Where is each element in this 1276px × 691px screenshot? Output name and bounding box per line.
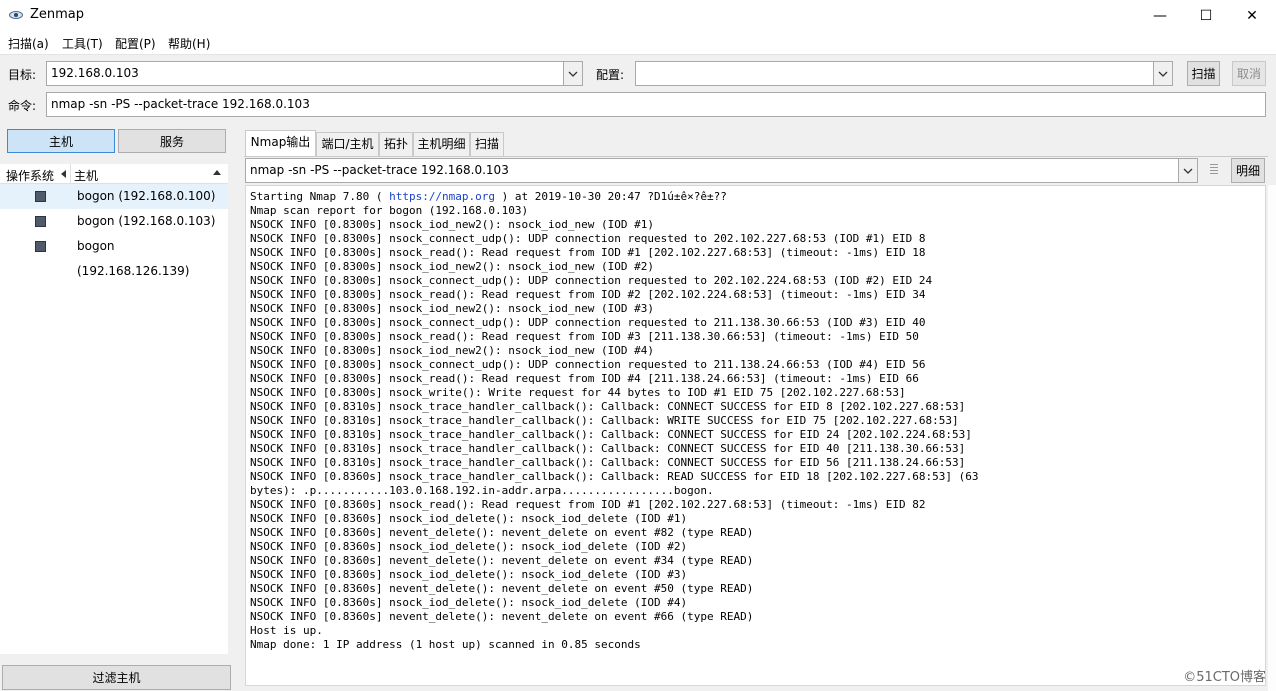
tab-ports-hosts[interactable]: 端口/主机 xyxy=(316,132,379,156)
output-line: NSOCK INFO [0.8300s] nsock_iod_new2(): n… xyxy=(250,344,654,357)
host-row[interactable]: bogon (192.168.0.100) xyxy=(0,184,228,209)
output-line: NSOCK INFO [0.8300s] nsock_iod_new2(): n… xyxy=(250,260,654,273)
caret-left-icon xyxy=(61,170,66,178)
maximize-icon: ☐ xyxy=(1199,7,1213,24)
output-line: NSOCK INFO [0.8360s] nsock_iod_delete():… xyxy=(250,512,688,525)
output-line: NSOCK INFO [0.8360s] nevent_delete(): ne… xyxy=(250,610,754,623)
profile-label: 配置: xyxy=(596,68,625,82)
output-line: Host is up. xyxy=(250,624,323,637)
chevron-down-icon xyxy=(1158,71,1168,77)
sort-up-icon xyxy=(213,170,221,175)
minimize-button[interactable]: — xyxy=(1137,0,1183,31)
details-button[interactable]: 明细 xyxy=(1231,158,1265,183)
maximize-button[interactable]: ☐ xyxy=(1183,0,1229,31)
tab-topology[interactable]: 拓扑 xyxy=(379,132,413,156)
services-toggle-button[interactable]: 服务 xyxy=(118,129,226,153)
chevron-down-icon xyxy=(568,71,578,77)
host-row[interactable]: bogon (192.168.0.103) xyxy=(0,209,228,234)
host-label: bogon (192.168.126.139) xyxy=(77,239,190,278)
command-label: 命令: xyxy=(8,99,37,113)
profile-dropdown-button[interactable] xyxy=(1153,62,1172,85)
output-line: NSOCK INFO [0.8300s] nsock_read(): Read … xyxy=(250,288,926,301)
window-edge xyxy=(1268,185,1276,691)
nmap-output-text[interactable]: Starting Nmap 7.80 ( https://nmap.org ) … xyxy=(245,185,1266,686)
host-column-header[interactable]: 主机 xyxy=(74,167,98,184)
window-title: Zenmap xyxy=(30,7,85,22)
scan-command-select[interactable]: nmap -sn -PS --packet-trace 192.168.0.10… xyxy=(245,158,1198,183)
output-line: NSOCK INFO [0.8300s] nsock_iod_new2(): n… xyxy=(250,218,654,231)
tab-host-details[interactable]: 主机明细 xyxy=(413,132,470,156)
output-line: NSOCK INFO [0.8300s] nsock_read(): Read … xyxy=(250,372,919,385)
target-combobox[interactable]: 192.168.0.103 xyxy=(46,61,583,86)
host-os-icon xyxy=(35,241,46,252)
minimize-icon: — xyxy=(1153,7,1167,24)
output-line: NSOCK INFO [0.8360s] nsock_read(): Read … xyxy=(250,498,926,511)
menu-help[interactable]: 帮助(H) xyxy=(168,35,210,52)
output-line: NSOCK INFO [0.8360s] nevent_delete(): ne… xyxy=(250,554,754,567)
grip-icon xyxy=(1210,164,1218,174)
close-button[interactable]: ✕ xyxy=(1229,0,1275,31)
menu-tools[interactable]: 工具(T) xyxy=(62,35,103,52)
title-bar: Zenmap — ☐ ✕ xyxy=(0,0,1276,31)
output-line: NSOCK INFO [0.8300s] nsock_connect_udp()… xyxy=(250,274,933,287)
hosts-pane: 主机 服务 操作系统 主机 bogon (192.168.0.100) bogo… xyxy=(0,126,232,691)
tab-divider xyxy=(244,156,1268,157)
profile-combobox[interactable] xyxy=(635,61,1173,86)
output-line: NSOCK INFO [0.8360s] nsock_iod_delete():… xyxy=(250,568,688,581)
output-line: NSOCK INFO [0.8300s] nsock_connect_udp()… xyxy=(250,358,926,371)
output-line: NSOCK INFO [0.8310s] nsock_trace_handler… xyxy=(250,442,966,455)
output-line: NSOCK INFO [0.8360s] nsock_trace_handler… xyxy=(250,470,979,483)
output-line: NSOCK INFO [0.8360s] nevent_delete(): ne… xyxy=(250,526,754,539)
output-line: NSOCK INFO [0.8310s] nsock_trace_handler… xyxy=(250,400,966,413)
cancel-button[interactable]: 取消 xyxy=(1232,61,1266,86)
output-line: NSOCK INFO [0.8300s] nsock_iod_new2(): n… xyxy=(250,302,654,315)
tab-nmap-output[interactable]: Nmap输出 xyxy=(245,130,316,157)
scan-command-dropdown-button[interactable] xyxy=(1178,159,1197,182)
output-line: NSOCK INFO [0.8360s] nsock_iod_delete():… xyxy=(250,596,688,609)
filter-hosts-button[interactable]: 过滤主机 xyxy=(2,665,231,690)
host-row[interactable]: bogon (192.168.126.139) xyxy=(0,234,228,278)
hosts-toggle-button[interactable]: 主机 xyxy=(7,129,115,153)
output-line: NSOCK INFO [0.8310s] nsock_trace_handler… xyxy=(250,456,966,469)
chevron-down-icon xyxy=(1183,168,1193,174)
output-line: NSOCK INFO [0.8310s] nsock_trace_handler… xyxy=(250,414,959,427)
output-line: NSOCK INFO [0.8300s] nsock_connect_udp()… xyxy=(250,316,926,329)
output-line: Nmap done: 1 IP address (1 host up) scan… xyxy=(250,638,641,651)
column-divider xyxy=(70,164,71,184)
close-icon: ✕ xyxy=(1246,7,1258,24)
output-line: NSOCK INFO [0.8300s] nsock_write(): Writ… xyxy=(250,386,906,399)
output-line: NSOCK INFO [0.8360s] nsock_iod_delete():… xyxy=(250,540,688,553)
host-label: bogon (192.168.0.100) xyxy=(77,189,216,203)
output-line: NSOCK INFO [0.8300s] nsock_read(): Read … xyxy=(250,246,926,259)
target-input[interactable]: 192.168.0.103 xyxy=(51,66,139,80)
menu-profile[interactable]: 配置(P) xyxy=(115,35,156,52)
command-input[interactable]: nmap -sn -PS --packet-trace 192.168.0.10… xyxy=(46,92,1266,117)
output-line: NSOCK INFO [0.8360s] nevent_delete(): ne… xyxy=(250,582,754,595)
host-list: bogon (192.168.0.100) bogon (192.168.0.1… xyxy=(0,184,228,654)
scan-command-value: nmap -sn -PS --packet-trace 192.168.0.10… xyxy=(250,163,509,177)
output-line: Starting Nmap 7.80 ( https://nmap.org ) … xyxy=(250,190,727,203)
output-line: NSOCK INFO [0.8310s] nsock_trace_handler… xyxy=(250,428,972,441)
output-line: NSOCK INFO [0.8300s] nsock_connect_udp()… xyxy=(250,232,926,245)
host-os-icon xyxy=(35,216,46,227)
output-line: Nmap scan report for bogon (192.168.0.10… xyxy=(250,204,529,217)
host-list-header: 操作系统 主机 xyxy=(0,164,228,184)
output-line: bytes): .p...........103.0.168.192.in-ad… xyxy=(250,484,714,497)
scan-button[interactable]: 扫描 xyxy=(1187,61,1220,86)
menu-scan[interactable]: 扫描(a) xyxy=(8,35,49,52)
target-label: 目标: xyxy=(8,68,37,82)
target-dropdown-button[interactable] xyxy=(563,62,582,85)
nmap-link[interactable]: https://nmap.org xyxy=(389,190,495,203)
host-label: bogon (192.168.0.103) xyxy=(77,214,216,228)
menu-bar: 扫描(a) 工具(T) 配置(P) 帮助(H) xyxy=(0,31,1276,55)
os-column-header[interactable]: 操作系统 xyxy=(6,167,54,184)
tab-scans[interactable]: 扫描 xyxy=(470,132,504,156)
output-line: NSOCK INFO [0.8300s] nsock_read(): Read … xyxy=(250,330,919,343)
watermark: ©51CTO博客 xyxy=(1183,670,1266,685)
host-os-icon xyxy=(35,191,46,202)
zenmap-eye-icon xyxy=(9,11,23,19)
